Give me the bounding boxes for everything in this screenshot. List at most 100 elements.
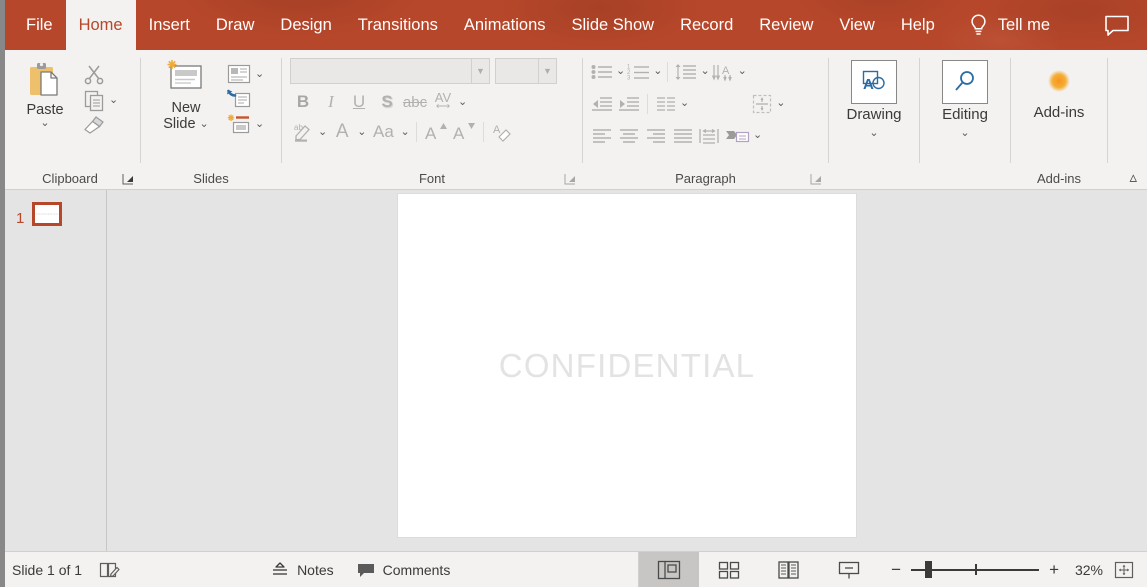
format-painter-button[interactable]: [82, 114, 106, 136]
tab-home[interactable]: Home: [66, 0, 136, 50]
font-dialog-launcher[interactable]: [564, 173, 576, 185]
clear-formatting-button[interactable]: A: [490, 119, 516, 145]
section-button[interactable]: [225, 112, 253, 136]
align-text-button[interactable]: [749, 90, 775, 117]
bullets-button[interactable]: [589, 58, 615, 85]
zoom-slider[interactable]: [911, 563, 1039, 577]
align-left-button[interactable]: [589, 122, 615, 149]
addins-button[interactable]: [1011, 56, 1107, 105]
layout-dropdown-chevron-icon[interactable]: ⌄: [255, 69, 264, 80]
copy-dropdown-chevron-icon[interactable]: ⌄: [109, 95, 118, 106]
tab-review[interactable]: Review: [746, 0, 826, 50]
text-direction-chevron-icon[interactable]: ⌄: [738, 66, 747, 77]
align-text-chevron-icon[interactable]: ⌄: [776, 98, 785, 109]
columns-button[interactable]: [653, 90, 679, 117]
reading-view-button[interactable]: [759, 552, 819, 587]
convert-smartart-button[interactable]: [724, 122, 752, 149]
zoom-slider-thumb[interactable]: [925, 561, 932, 578]
line-spacing-chevron-icon[interactable]: ⌄: [700, 66, 709, 77]
chevron-down-icon[interactable]: ⌄: [40, 118, 49, 129]
justify-button[interactable]: [670, 122, 696, 149]
change-case-button[interactable]: Aa: [368, 119, 398, 145]
paste-button[interactable]: Paste ⌄: [19, 56, 71, 131]
slide-canvas[interactable]: CONFIDENTIAL: [397, 193, 857, 538]
columns-chevron-icon[interactable]: ⌄: [680, 98, 689, 109]
copy-button[interactable]: [82, 88, 106, 112]
increase-font-size-button[interactable]: A: [423, 119, 449, 145]
font-size-combo[interactable]: ▼: [495, 58, 557, 84]
notes-button[interactable]: Notes: [270, 561, 334, 579]
zoom-percentage[interactable]: 32%: [1069, 562, 1103, 578]
align-right-button[interactable]: [643, 122, 669, 149]
svg-text:A: A: [863, 76, 874, 93]
character-spacing-button[interactable]: AV ⟷: [430, 89, 456, 115]
editing-button[interactable]: [942, 60, 988, 104]
tab-help[interactable]: Help: [888, 0, 948, 50]
tab-slide-show[interactable]: Slide Show: [559, 0, 668, 50]
reset-button[interactable]: [225, 87, 253, 111]
font-name-combo[interactable]: ▼: [290, 58, 490, 84]
tab-record[interactable]: Record: [667, 0, 746, 50]
chevron-down-icon[interactable]: ▼: [471, 59, 489, 83]
underline-button[interactable]: U: [346, 89, 372, 115]
slide-sorter-button[interactable]: [699, 552, 759, 587]
highlight-chevron-icon[interactable]: ⌄: [318, 127, 327, 138]
tell-me-search[interactable]: Tell me: [968, 0, 1050, 50]
drawing-chevron-icon[interactable]: ⌄: [869, 127, 878, 139]
new-slide-button[interactable]: New Slide ⌄: [159, 56, 213, 134]
tab-insert[interactable]: Insert: [136, 0, 203, 50]
drawing-button[interactable]: A: [851, 60, 897, 104]
tab-file[interactable]: File: [13, 0, 66, 50]
text-highlight-button[interactable]: ab: [290, 119, 316, 145]
group-label-clipboard: Clipboard: [42, 171, 98, 186]
svg-text:A: A: [493, 124, 501, 136]
fit-to-window-button[interactable]: [1113, 560, 1135, 580]
spell-check-button[interactable]: [98, 560, 120, 580]
zoom-out-button[interactable]: −: [891, 561, 901, 578]
numbering-icon: 1 2 3: [627, 62, 651, 82]
numbering-button[interactable]: 1 2 3: [626, 58, 652, 85]
italic-button[interactable]: I: [318, 89, 344, 115]
tab-view[interactable]: View: [826, 0, 887, 50]
tab-animations[interactable]: Animations: [451, 0, 559, 50]
section-dropdown-chevron-icon[interactable]: ⌄: [255, 119, 264, 130]
slide-show-button[interactable]: [819, 552, 879, 587]
text-direction-button[interactable]: A: [711, 58, 737, 85]
bullets-chevron-icon[interactable]: ⌄: [616, 66, 625, 77]
character-spacing-chevron-icon[interactable]: ⌄: [458, 97, 467, 108]
slide-counter[interactable]: Slide 1 of 1: [12, 562, 82, 578]
collapse-ribbon-chevron-icon[interactable]: ▵: [1129, 168, 1137, 186]
font-color-button[interactable]: A: [329, 119, 355, 145]
text-shadow-button[interactable]: S: [374, 89, 400, 115]
align-center-icon: [617, 127, 641, 145]
comments-button[interactable]: Comments: [356, 561, 451, 579]
cut-button[interactable]: [82, 62, 106, 86]
font-color-chevron-icon[interactable]: ⌄: [357, 127, 366, 138]
strikethrough-button[interactable]: abc: [402, 89, 428, 115]
change-case-chevron-icon[interactable]: ⌄: [400, 127, 409, 138]
comment-bubble-icon[interactable]: [1103, 13, 1131, 37]
layout-button[interactable]: [225, 62, 253, 86]
tab-design[interactable]: Design: [267, 0, 344, 50]
fit-text-button[interactable]: [697, 122, 723, 149]
chevron-down-icon[interactable]: ▼: [538, 59, 556, 83]
numbering-chevron-icon[interactable]: ⌄: [653, 66, 662, 77]
align-center-button[interactable]: [616, 122, 642, 149]
slide-canvas-area: CONFIDENTIAL: [107, 190, 1147, 551]
chevron-down-icon[interactable]: ⌄: [200, 119, 209, 130]
tab-draw[interactable]: Draw: [203, 0, 268, 50]
decrease-indent-button[interactable]: [589, 90, 615, 117]
bold-button[interactable]: B: [290, 89, 316, 115]
smartart-chevron-icon[interactable]: ⌄: [753, 130, 762, 141]
editing-chevron-icon[interactable]: ⌄: [960, 127, 969, 139]
decrease-font-size-button[interactable]: A: [451, 119, 477, 145]
paragraph-dialog-launcher[interactable]: [810, 173, 822, 185]
thumbnail-slide-1[interactable]: 1 CONFIDENTIAL: [0, 202, 106, 226]
clipboard-dialog-launcher[interactable]: [122, 173, 134, 185]
increase-indent-button[interactable]: [616, 90, 642, 117]
zoom-in-button[interactable]: +: [1049, 561, 1059, 578]
tab-transitions[interactable]: Transitions: [345, 0, 451, 50]
line-spacing-button[interactable]: [673, 58, 699, 85]
normal-view-button[interactable]: [639, 552, 699, 587]
thumbnail-preview[interactable]: CONFIDENTIAL: [32, 202, 62, 226]
